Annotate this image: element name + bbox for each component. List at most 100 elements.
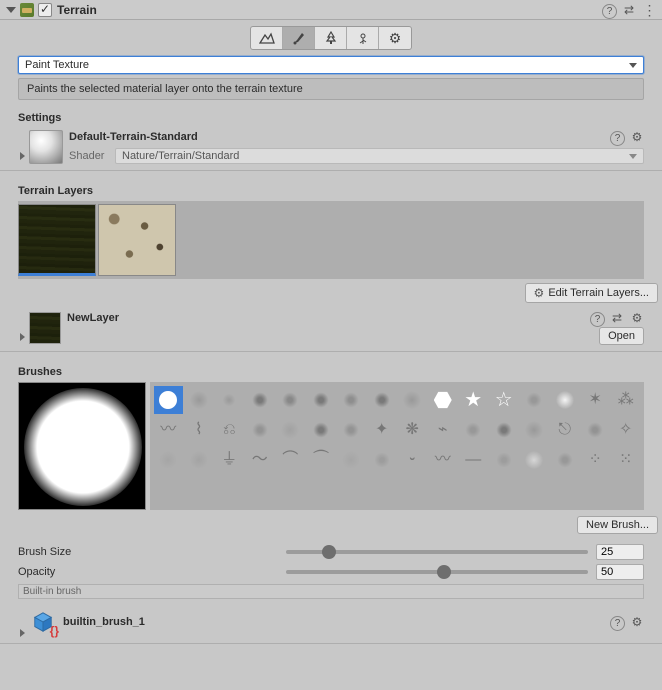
brush-46[interactable]: ⁘: [581, 446, 610, 474]
brush-28[interactable]: [520, 416, 549, 444]
brush-25[interactable]: ⌁: [429, 416, 458, 444]
component-menu-icon[interactable]: ⋮: [642, 3, 656, 17]
tool-paint-texture[interactable]: [283, 27, 315, 49]
brush-23[interactable]: ✦: [368, 416, 397, 444]
brush-19[interactable]: [246, 416, 275, 444]
mode-description: Paints the selected material layer onto …: [18, 78, 644, 100]
open-button-label: Open: [608, 330, 635, 342]
flower-icon: [355, 30, 371, 46]
tool-raise-lower[interactable]: [251, 27, 283, 49]
help-icon[interactable]: [602, 3, 616, 17]
terrain-layer-1[interactable]: [98, 204, 176, 276]
brush-14[interactable]: ✶: [581, 386, 610, 414]
brush-47[interactable]: ⁙: [612, 446, 641, 474]
brush-44[interactable]: [520, 446, 549, 474]
brush-3[interactable]: [246, 386, 275, 414]
brush-30[interactable]: [581, 416, 610, 444]
tool-details[interactable]: [347, 27, 379, 49]
brush-size-field[interactable]: [596, 544, 644, 560]
material-name: Default-Terrain-Standard: [69, 131, 604, 143]
brush-5[interactable]: [307, 386, 336, 414]
brush-37[interactable]: ⏜: [307, 446, 336, 474]
brush-27[interactable]: [490, 416, 519, 444]
brush-0[interactable]: [154, 386, 183, 414]
newlayer-foldout[interactable]: [20, 333, 25, 341]
edit-terrain-layers-button[interactable]: Edit Terrain Layers...: [525, 283, 658, 303]
brush-33[interactable]: [185, 446, 214, 474]
newlayer-gear-icon[interactable]: [630, 311, 644, 325]
material-gear-icon[interactable]: [630, 130, 644, 144]
newlayer-help-icon[interactable]: [590, 311, 604, 325]
brush-38[interactable]: [337, 446, 366, 474]
brush-11[interactable]: ☆: [490, 386, 519, 414]
brush-grid: ★ ☆ ✶ ⁂ 〰 ⌇ ⎌ ✦ ❋ ⌁ ⎋ ✧ ⏚ 〜 ⌒: [150, 382, 644, 510]
shader-dropdown[interactable]: Nature/Terrain/Standard: [115, 148, 644, 164]
brush-icon: [291, 30, 307, 46]
brush-7[interactable]: [368, 386, 397, 414]
terrain-component-icon: [20, 3, 34, 17]
material-help-icon[interactable]: [610, 130, 624, 144]
brush-13[interactable]: [551, 386, 580, 414]
material-foldout[interactable]: [20, 152, 25, 160]
newlayer-presets-icon[interactable]: ⇄: [610, 311, 624, 325]
brush-9[interactable]: [429, 386, 458, 414]
brush-24[interactable]: ❋: [398, 416, 427, 444]
settings-heading: Settings: [0, 108, 662, 128]
material-thumbnail[interactable]: [29, 130, 63, 164]
brush-45[interactable]: [551, 446, 580, 474]
brush-15[interactable]: ⁂: [612, 386, 641, 414]
brush-34[interactable]: ⏚: [215, 446, 244, 474]
brush-2[interactable]: [215, 386, 244, 414]
brush-20[interactable]: [276, 416, 305, 444]
brush-31[interactable]: ✧: [612, 416, 641, 444]
brush-40[interactable]: ⏑: [398, 446, 427, 474]
brush-26[interactable]: [459, 416, 488, 444]
tree-icon: [323, 30, 339, 46]
brushasset-help-icon[interactable]: [610, 615, 624, 629]
newlayer-thumbnail[interactable]: [29, 312, 61, 344]
brush-43[interactable]: [490, 446, 519, 474]
tool-trees[interactable]: [315, 27, 347, 49]
open-button[interactable]: Open: [599, 327, 644, 345]
presets-icon[interactable]: ⇄: [622, 3, 636, 17]
brush-35[interactable]: 〜: [246, 446, 275, 474]
brush-10[interactable]: ★: [459, 386, 488, 414]
brush-17[interactable]: ⌇: [185, 416, 214, 444]
gear-icon: [534, 286, 545, 300]
opacity-slider[interactable]: [286, 570, 588, 574]
opacity-field[interactable]: [596, 564, 644, 580]
mountain-icon: [259, 30, 275, 46]
brush-size-label: Brush Size: [18, 546, 278, 558]
paint-mode-value: Paint Texture: [25, 59, 89, 71]
brushasset-gear-icon[interactable]: [630, 615, 644, 629]
brush-6[interactable]: [337, 386, 366, 414]
brush-18[interactable]: ⎌: [215, 416, 244, 444]
brush-39[interactable]: [368, 446, 397, 474]
brush-22[interactable]: [337, 416, 366, 444]
newlayer-name: NewLayer: [67, 312, 584, 324]
brush-size-thumb[interactable]: [322, 545, 336, 559]
brush-4[interactable]: [276, 386, 305, 414]
brush-1[interactable]: [185, 386, 214, 414]
component-foldout[interactable]: [6, 7, 16, 13]
brush-8[interactable]: [398, 386, 427, 414]
brush-29[interactable]: ⎋: [551, 416, 580, 444]
brush-41[interactable]: 〰: [429, 446, 458, 474]
terrain-layer-0[interactable]: [18, 204, 96, 276]
brush-42[interactable]: —: [459, 446, 488, 474]
brushasset-foldout[interactable]: [20, 629, 25, 637]
brush-36[interactable]: ⌒: [276, 446, 305, 474]
brush-32[interactable]: [154, 446, 183, 474]
opacity-thumb[interactable]: [437, 565, 451, 579]
component-enable-checkbox[interactable]: [38, 3, 52, 17]
brush-12[interactable]: [520, 386, 549, 414]
terrain-layers-heading: Terrain Layers: [0, 181, 662, 201]
brush-21[interactable]: [307, 416, 336, 444]
paint-mode-dropdown[interactable]: Paint Texture: [18, 56, 644, 74]
new-brush-button[interactable]: New Brush...: [577, 516, 658, 534]
tool-settings[interactable]: ⚙: [379, 27, 411, 49]
brush-preview: [18, 382, 146, 510]
terrain-tool-toolbar: ⚙: [250, 26, 412, 50]
brush-16[interactable]: 〰: [154, 416, 183, 444]
brush-size-slider[interactable]: [286, 550, 588, 554]
